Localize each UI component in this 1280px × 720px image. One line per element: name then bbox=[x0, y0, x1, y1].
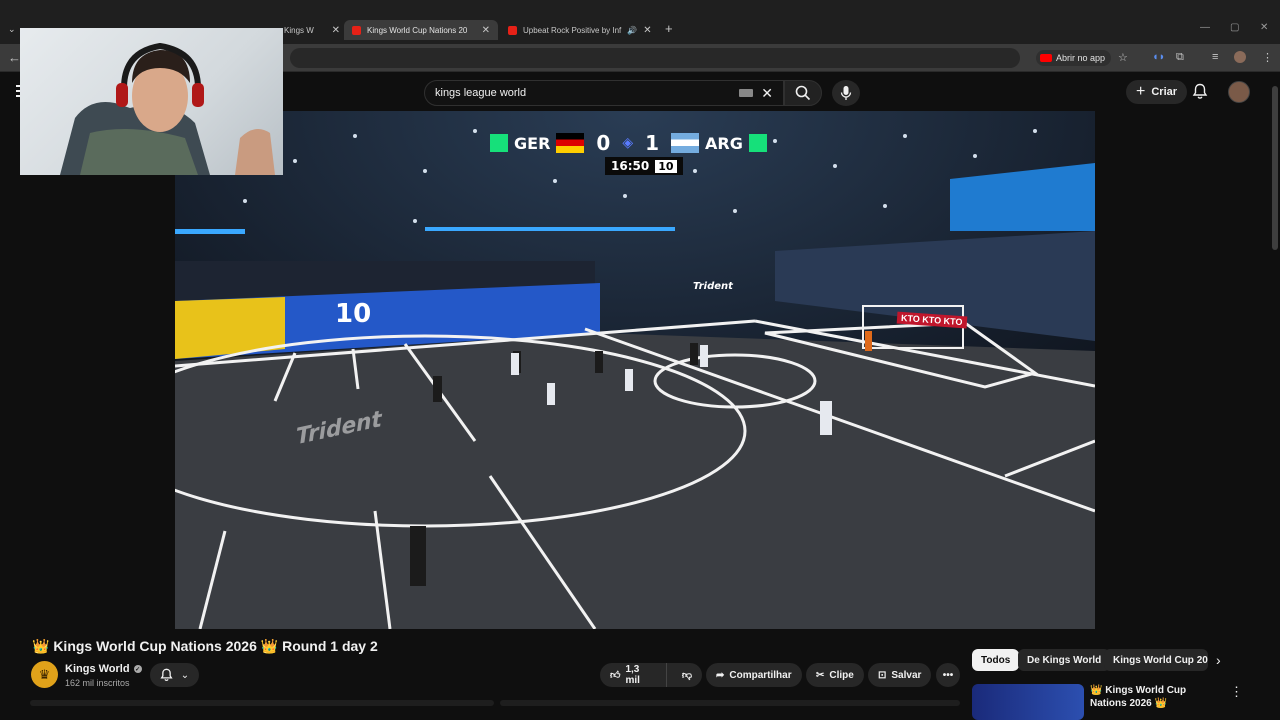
microphone-icon bbox=[840, 86, 852, 100]
bell-icon bbox=[160, 668, 173, 681]
browser-menu-icon[interactable]: ⋮ bbox=[1262, 51, 1273, 64]
clock-badge: 10 bbox=[655, 159, 677, 173]
subscriber-count: 162 mil inscritos bbox=[65, 678, 130, 688]
tab-label: Kings W bbox=[284, 25, 314, 35]
browser-profile-avatar[interactable] bbox=[1234, 51, 1246, 63]
close-icon[interactable]: ✕ bbox=[643, 25, 651, 36]
tab-label: Kings World Cup Nations 20 bbox=[367, 25, 468, 35]
like-count: 1,3 mil bbox=[625, 664, 640, 686]
chip-related[interactable]: Kings World Cup 2024 bbox=[1104, 649, 1208, 671]
arena-scene bbox=[175, 111, 1095, 629]
puzzle-extensions-icon[interactable]: ⧉ bbox=[1176, 51, 1184, 64]
notification-preferences-button[interactable]: ⌄ bbox=[150, 663, 199, 687]
recommended-video-title[interactable]: 👑 Kings World Cup Nations 2026 👑 bbox=[1090, 684, 1220, 720]
thumbs-up-icon: 👍︎ bbox=[610, 670, 621, 681]
argentina-flag-icon bbox=[671, 133, 700, 153]
share-arrow-icon: ➦ bbox=[716, 669, 725, 681]
close-window-icon[interactable]: ✕ bbox=[1260, 22, 1268, 33]
search-icon bbox=[795, 85, 811, 101]
germany-flag-icon bbox=[556, 133, 585, 153]
comments-panel-edge bbox=[500, 700, 960, 706]
clock-time: 16:50 bbox=[611, 159, 650, 173]
dislike-button[interactable]: 👎︎ bbox=[672, 663, 702, 687]
more-actions-button[interactable]: ••• bbox=[936, 663, 960, 687]
create-label: Criar bbox=[1151, 86, 1178, 98]
voice-search-button[interactable] bbox=[832, 80, 860, 106]
minimize-icon[interactable]: — bbox=[1200, 22, 1210, 33]
save-button[interactable]: ⊡ Salvar bbox=[868, 663, 932, 687]
clip-button[interactable]: ✂ Clipe bbox=[806, 663, 864, 687]
extension-icon[interactable]: ◖◗ bbox=[1152, 51, 1165, 63]
away-team: ARG bbox=[705, 133, 743, 153]
banner-brand: Trident bbox=[693, 281, 733, 292]
notifications-bell-icon[interactable] bbox=[1192, 83, 1208, 100]
like-dislike-group: 👍︎ 1,3 mil 👎︎ bbox=[600, 663, 702, 687]
youtube-logo-icon bbox=[1040, 54, 1052, 62]
youtube-favicon-icon bbox=[508, 25, 517, 35]
home-team: GER bbox=[514, 133, 551, 153]
webcam-overlay bbox=[20, 28, 283, 175]
clear-search-icon[interactable]: ✕ bbox=[761, 85, 773, 102]
address-bar[interactable] bbox=[290, 48, 1020, 68]
bookmark-star-icon[interactable]: ☆ bbox=[1118, 51, 1128, 64]
bookmark-icon: ⊡ bbox=[878, 669, 887, 681]
search-button[interactable] bbox=[784, 80, 822, 106]
kings-league-logo-icon: ◈ bbox=[622, 135, 634, 151]
video-player[interactable]: KTO KTO KTO 10 Trident Trident GER 0 ◈ 1… bbox=[175, 111, 1095, 629]
scissors-icon: ✂ bbox=[816, 669, 825, 681]
home-score: 0 bbox=[596, 131, 611, 155]
description-panel-edge bbox=[30, 700, 494, 706]
chevron-down-icon: ⌄ bbox=[180, 669, 190, 681]
tab-kings-world-other[interactable]: Kings W ✕ bbox=[284, 20, 340, 40]
video-title: 👑 Kings World Cup Nations 2026 👑 Round 1… bbox=[32, 638, 378, 654]
team-color-marker bbox=[490, 134, 508, 152]
channel-name: Kings World bbox=[65, 663, 130, 675]
chip-all[interactable]: Todos bbox=[972, 649, 1020, 671]
more-vertical-icon[interactable]: ⋮ bbox=[1230, 684, 1243, 700]
maximize-icon[interactable]: ▢ bbox=[1230, 22, 1239, 33]
share-button[interactable]: ➦ Compartilhar bbox=[706, 663, 802, 687]
scoreboard: GER 0 ◈ 1 ARG bbox=[490, 128, 767, 158]
open-in-app-button[interactable]: Abrir no app bbox=[1036, 50, 1112, 66]
tab-search-icon[interactable]: ⌄ bbox=[8, 24, 16, 35]
page-scrollbar[interactable] bbox=[1272, 86, 1278, 250]
like-button[interactable]: 👍︎ 1,3 mil bbox=[600, 663, 667, 687]
tab-upbeat-rock[interactable]: Upbeat Rock Positive by Inf 🔊 ✕ bbox=[502, 20, 656, 40]
chevron-right-icon[interactable]: › bbox=[1216, 652, 1221, 668]
verified-badge-icon: ✓ bbox=[133, 665, 142, 673]
speaker-icon[interactable]: 🔊 bbox=[627, 26, 637, 35]
more-horizontal-icon: ••• bbox=[942, 669, 954, 681]
create-button[interactable]: + Criar bbox=[1126, 80, 1188, 104]
channel-name-link[interactable]: Kings World ✓ bbox=[65, 663, 142, 675]
tab-kings-world-cup[interactable]: Kings World Cup Nations 20 ✕ bbox=[344, 20, 498, 40]
banner-number: 10 bbox=[335, 299, 372, 329]
streamer-figure bbox=[60, 42, 275, 175]
match-clock: 16:50 10 bbox=[605, 157, 683, 175]
open-in-app-label: Abrir no app bbox=[1056, 53, 1106, 63]
new-tab-button[interactable]: + bbox=[665, 21, 673, 36]
keyboard-icon[interactable] bbox=[739, 89, 754, 97]
share-label: Compartilhar bbox=[729, 669, 792, 681]
thumbs-down-icon: 👎︎ bbox=[681, 670, 692, 681]
close-icon[interactable]: ✕ bbox=[332, 25, 340, 36]
recommended-video-thumbnail[interactable] bbox=[972, 684, 1084, 720]
close-icon[interactable]: ✕ bbox=[482, 25, 490, 36]
clip-label: Clipe bbox=[829, 669, 854, 681]
search-input[interactable]: kings league world ✕ bbox=[424, 80, 784, 106]
team-color-marker bbox=[748, 134, 767, 152]
plus-icon: + bbox=[1136, 83, 1146, 100]
search-query-text: kings league world bbox=[435, 87, 527, 99]
media-queue-icon[interactable]: ≡ bbox=[1212, 51, 1218, 63]
youtube-favicon-icon bbox=[352, 25, 361, 35]
chip-from-channel[interactable]: De Kings World bbox=[1018, 649, 1111, 671]
account-avatar[interactable] bbox=[1228, 81, 1250, 103]
away-score: 1 bbox=[645, 131, 660, 155]
channel-avatar[interactable]: ♛ bbox=[31, 661, 58, 688]
save-label: Salvar bbox=[891, 669, 922, 681]
tab-label: Upbeat Rock Positive by Inf bbox=[523, 25, 622, 35]
